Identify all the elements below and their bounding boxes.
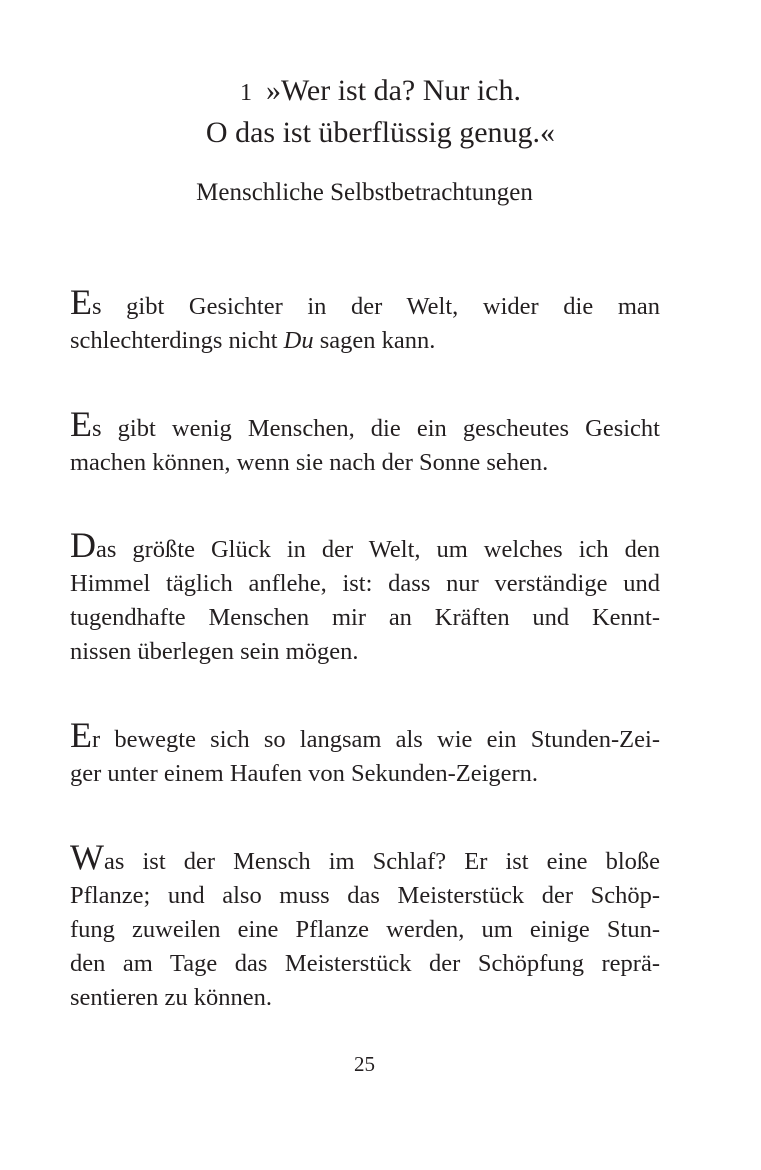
aphorism-4: Er bewegte sich so langsam als wie ein S…: [70, 717, 660, 791]
book-page: 1 »Wer ist da? Nur ich. O das ist überflü…: [0, 0, 761, 1170]
aphorism-2-text-1: s gibt wenig Menschen, die ein gescheute…: [92, 415, 660, 442]
aphorism-3: Das größte Glück in der Welt, um welches…: [70, 527, 660, 669]
aphorism-4-initial: E: [70, 715, 92, 755]
chapter-number: 1: [240, 80, 252, 106]
aphorism-2-initial: E: [70, 404, 92, 444]
aphorism-1-line-2: schlechterdings nicht Du sagen kann.: [70, 324, 660, 358]
aphorism-5-line-3: fung zuweilen eine Pflanze werden, um ei…: [70, 916, 660, 943]
aphorism-4-line-1: Er bewegte sich so langsam als wie ein S…: [70, 717, 660, 757]
aphorism-1-line-1: Es gibt Gesichter in der Welt, wider die…: [70, 284, 660, 324]
page-number: 25: [354, 1052, 375, 1076]
aphorism-3-text-1: as größte Glück in der Welt, um welches …: [96, 536, 660, 563]
aphorism-2-line-1: Es gibt wenig Menschen, die ein gescheut…: [70, 406, 660, 446]
aphorism-5-line-2: Pflanze; und also muss das Meisterstück …: [70, 882, 660, 909]
aphorism-1: Es gibt Gesichter in der Welt, wider die…: [70, 284, 660, 358]
chapter-title-line-1: »Wer ist da? Nur ich.: [266, 74, 521, 107]
aphorism-5-initial: W: [70, 837, 104, 877]
aphorism-1-initial: E: [70, 282, 92, 322]
aphorism-5-line-5: sentieren zu können.: [70, 984, 273, 1011]
aphorism-2-line-2: machen können, wenn sie nach der Sonne s…: [70, 449, 549, 476]
aphorism-1-text-1: s gibt Gesichter in der Welt, wider die …: [92, 293, 660, 320]
aphorism-4-line-2: ger unter einem Haufen von Sekunden-Zeig…: [70, 760, 539, 787]
aphorism-3-line-1: Das größte Glück in der Welt, um welches…: [70, 527, 660, 567]
aphorism-5-line-1: Was ist der Mensch im Schlaf? Er ist ein…: [70, 839, 660, 879]
aphorism-5: Was ist der Mensch im Schlaf? Er ist ein…: [70, 839, 660, 1015]
aphorism-5-text-1: as ist der Mensch im Schlaf? Er ist eine…: [103, 848, 660, 875]
aphorism-1-text-3: sagen kann.: [313, 327, 436, 354]
aphorism-3-line-2: Himmel täglich anflehe, ist: dass nur ve…: [70, 570, 660, 597]
aphorism-3-line-4: nissen überlegen sein mögen.: [70, 638, 359, 665]
aphorism-5-line-4: den am Tage das Meisterstück der Schöpfu…: [70, 950, 660, 977]
chapter-title-line-2: O das ist überflüssig genug.«: [205, 116, 556, 149]
chapter-heading-line-1: 1 »Wer ist da? Nur ich.: [0, 73, 761, 111]
aphorism-4-text-1: r bewegte sich so langsam als wie ein St…: [92, 726, 660, 753]
aphorism-2: Es gibt wenig Menschen, die ein gescheut…: [70, 406, 660, 480]
aphorism-1-italic-du: Du: [283, 327, 314, 354]
chapter-subtitle: Menschliche Selbstbetrachtungen: [196, 179, 533, 206]
chapter-heading-line-2: O das ist überflüssig genug.«: [0, 115, 761, 151]
aphorism-3-initial: D: [70, 525, 96, 565]
aphorism-1-text-2: schlechterdings nicht: [70, 327, 284, 354]
aphorism-3-line-3: tugendhafte Menschen mir an Kräften und …: [70, 604, 660, 631]
